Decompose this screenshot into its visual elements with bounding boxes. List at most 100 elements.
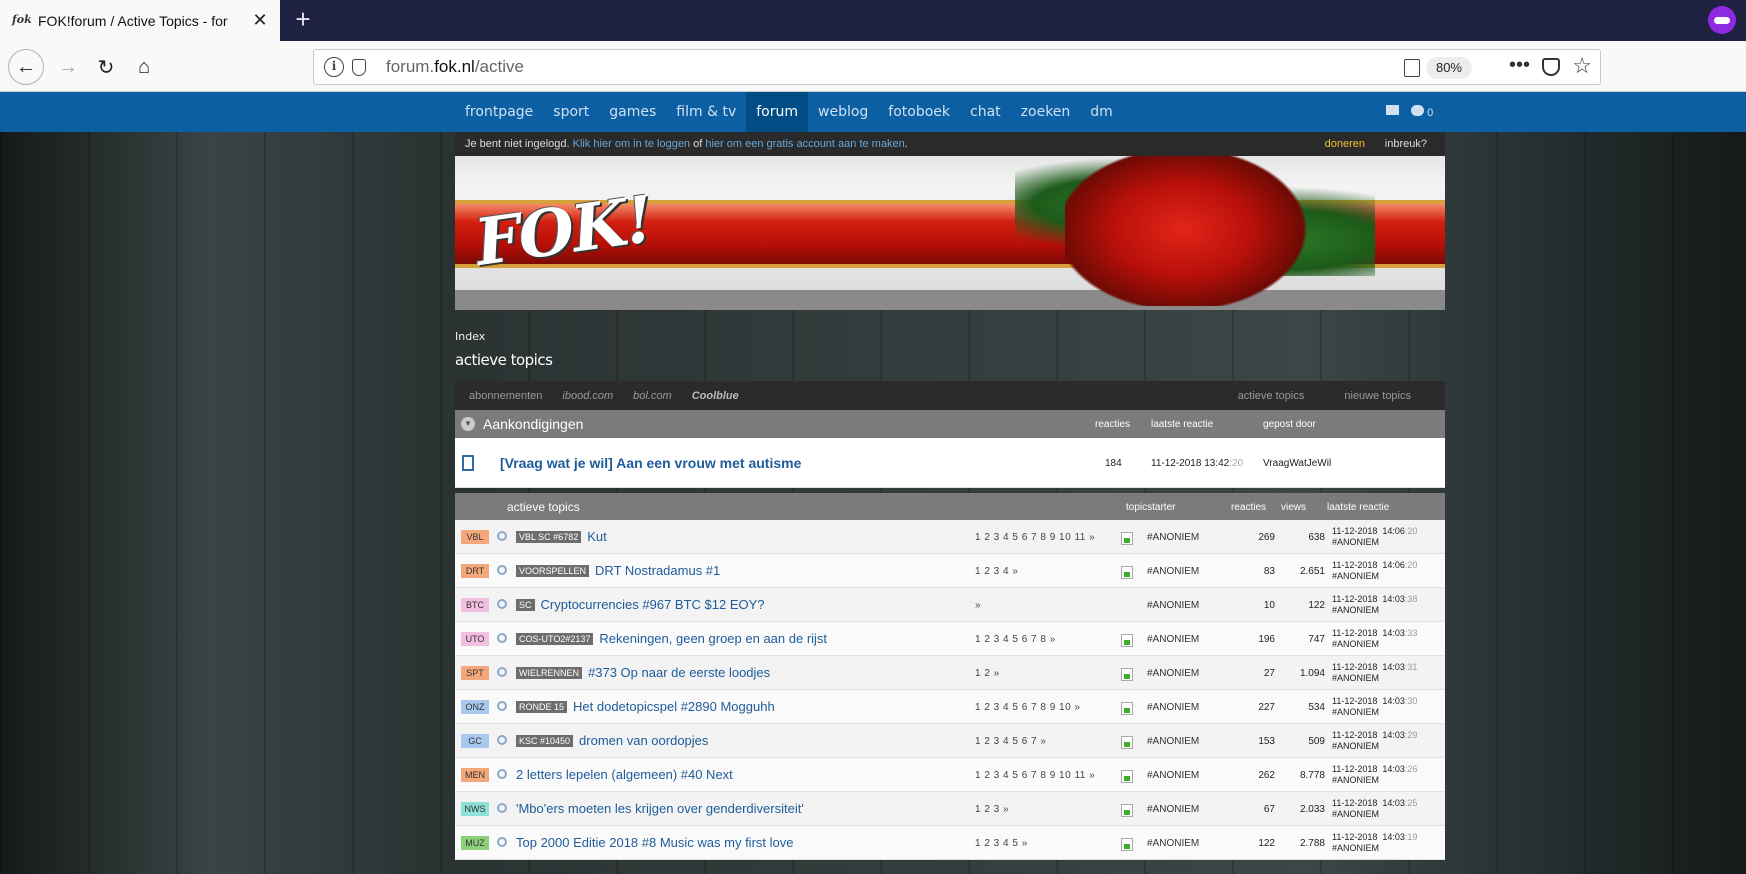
topic-last-reply[interactable]: 11-12-2018 14:03:33 #ANONIEM — [1332, 628, 1417, 650]
topic-title-link[interactable]: dromen van oordopjes — [579, 733, 708, 748]
subforum-tag[interactable]: ONZ — [461, 700, 489, 714]
url-bar[interactable]: i forum.fok.nl/active 80% ••• ☆ — [313, 49, 1601, 85]
site-nav-frontpage[interactable]: frontpage — [455, 92, 543, 132]
private-browsing-mask-icon[interactable] — [1708, 6, 1736, 34]
subnav-active-topics[interactable]: actieve topics — [1238, 390, 1305, 402]
forward-arrow-icon[interactable]: → — [52, 51, 84, 83]
topic-last-reply[interactable]: 11-12-2018 14:03:29 #ANONIEM — [1332, 730, 1417, 752]
subforum-tag[interactable]: NWS — [461, 802, 489, 816]
topic-title-link[interactable]: Kut — [587, 529, 607, 544]
new-posts-icon[interactable] — [1121, 532, 1133, 545]
topic-title-link[interactable]: Rekeningen, geen groep en aan de rijst — [599, 631, 827, 646]
link-icon[interactable] — [497, 769, 507, 779]
link-icon[interactable] — [497, 735, 507, 745]
report-breach-link[interactable]: inbreuk? — [1385, 138, 1427, 150]
subnav-coolblue[interactable]: Coolblue — [692, 390, 739, 402]
christmas-banner[interactable]: FOK! — [455, 156, 1445, 310]
subnav-bol[interactable]: bol.com — [633, 390, 672, 402]
link-icon[interactable] — [497, 667, 507, 677]
topic-title-link[interactable]: 'Mbo'ers moeten les krijgen over genderd… — [516, 801, 804, 816]
topic-last-reply[interactable]: 11-12-2018 14:03:19 #ANONIEM — [1332, 832, 1417, 854]
site-nav-forum[interactable]: forum — [746, 92, 808, 132]
subforum-tag[interactable]: DRT — [461, 564, 489, 578]
topic-last-reply[interactable]: 11-12-2018 14:06:20 #ANONIEM — [1332, 560, 1417, 582]
login-link[interactable]: Klik hier om in te loggen — [573, 138, 690, 150]
messages-indicator[interactable]: 0 — [1411, 105, 1433, 119]
new-tab-icon[interactable]: + — [288, 5, 318, 35]
subnav-abonnementen[interactable]: abonnementen — [469, 390, 542, 402]
new-posts-icon[interactable] — [1121, 566, 1133, 579]
topic-starter[interactable]: #ANONIEM — [1147, 702, 1199, 713]
topic-title-link[interactable]: #373 Op naar de eerste loodjes — [588, 665, 770, 680]
topic-starter[interactable]: #ANONIEM — [1147, 634, 1199, 645]
topic-page-links[interactable]: 1 2 3 4 5 6 7 8 9 10 » — [975, 702, 1081, 713]
pocket-icon[interactable] — [1542, 58, 1560, 76]
browser-tab-active[interactable]: fok FOK!forum / Active Topics - for ✕ — [0, 0, 280, 41]
topic-page-links[interactable]: 1 2 3 4 5 6 7 » — [975, 736, 1046, 747]
topic-starter[interactable]: #ANONIEM — [1147, 804, 1199, 815]
reload-icon[interactable]: ↻ — [90, 51, 122, 83]
new-posts-icon[interactable] — [1121, 702, 1133, 715]
topic-starter[interactable]: #ANONIEM — [1147, 668, 1199, 679]
subforum-tag[interactable]: GC — [461, 734, 489, 748]
back-arrow-icon[interactable]: ← — [8, 49, 44, 85]
topic-starter[interactable]: #ANONIEM — [1147, 532, 1199, 543]
reader-view-icon[interactable] — [1404, 59, 1420, 77]
tracking-shield-icon[interactable] — [352, 58, 366, 76]
topic-title-link[interactable]: Cryptocurrencies #967 BTC $12 EOY? — [541, 597, 765, 612]
site-nav-dm[interactable]: dm — [1080, 92, 1123, 132]
site-nav-fotoboek[interactable]: fotoboek — [878, 92, 960, 132]
announcement-last-reply[interactable]: 11-12-2018 13:42:20 — [1151, 458, 1243, 469]
topic-page-links[interactable]: 1 2 3 4 5 6 7 8 9 10 11 » — [975, 532, 1095, 543]
topic-last-reply[interactable]: 11-12-2018 14:03:38 #ANONIEM — [1332, 594, 1417, 616]
topic-title-link[interactable]: Top 2000 Editie 2018 #8 Music was my fir… — [516, 835, 793, 850]
site-nav-zoeken[interactable]: zoeken — [1011, 92, 1081, 132]
new-posts-icon[interactable] — [1121, 804, 1133, 817]
mail-icon[interactable] — [1386, 105, 1399, 115]
subnav-ibood[interactable]: ibood.com — [562, 390, 613, 402]
topic-title-link[interactable]: Het dodetopicspel #2890 Mogguhh — [573, 699, 775, 714]
close-tab-icon[interactable]: ✕ — [250, 10, 270, 31]
subforum-tag[interactable]: BTC — [461, 598, 489, 612]
link-icon[interactable] — [497, 701, 507, 711]
register-link[interactable]: hier om een gratis account aan te maken — [705, 138, 904, 150]
topic-page-links[interactable]: 1 2 3 4 5 6 7 8 » — [975, 634, 1056, 645]
site-nav-sport[interactable]: sport — [543, 92, 599, 132]
zoom-level-badge[interactable]: 80% — [1425, 57, 1472, 79]
site-info-icon[interactable]: i — [324, 57, 344, 77]
breadcrumb[interactable]: Index — [455, 330, 1445, 343]
subnav-new-topics[interactable]: nieuwe topics — [1344, 390, 1411, 402]
new-posts-icon[interactable] — [1121, 634, 1133, 647]
announcement-posted-by[interactable]: VraagWatJeWil — [1263, 458, 1331, 469]
page-actions-more-icon[interactable]: ••• — [1509, 54, 1530, 77]
topic-last-reply[interactable]: 11-12-2018 14:03:31 #ANONIEM — [1332, 662, 1417, 684]
subforum-tag[interactable]: MUZ — [461, 836, 489, 850]
topic-starter[interactable]: #ANONIEM — [1147, 736, 1199, 747]
collapse-toggle-icon[interactable]: ▼ — [461, 417, 475, 431]
new-posts-icon[interactable] — [1121, 668, 1133, 681]
topic-page-links[interactable]: 1 2 3 4 5 » — [975, 838, 1028, 849]
new-posts-icon[interactable] — [1121, 770, 1133, 783]
site-nav-weblog[interactable]: weblog — [808, 92, 878, 132]
topic-title-link[interactable]: 2 letters lepelen (algemeen) #40 Next — [516, 767, 733, 782]
url-text[interactable]: forum.fok.nl/active — [386, 57, 524, 77]
new-posts-icon[interactable] — [1121, 838, 1133, 851]
topic-starter[interactable]: #ANONIEM — [1147, 838, 1199, 849]
link-icon[interactable] — [497, 599, 507, 609]
bookmark-star-icon[interactable]: ☆ — [1572, 53, 1592, 79]
topic-page-links[interactable]: 1 2 3 » — [975, 804, 1009, 815]
topic-page-links[interactable]: 1 2 3 4 » — [975, 566, 1018, 577]
site-nav-chat[interactable]: chat — [960, 92, 1011, 132]
new-posts-icon[interactable] — [1121, 736, 1133, 749]
topic-starter[interactable]: #ANONIEM — [1147, 600, 1199, 611]
subforum-tag[interactable]: VBL — [461, 530, 489, 544]
topic-last-reply[interactable]: 11-12-2018 14:06:20 #ANONIEM — [1332, 526, 1417, 548]
topic-last-reply[interactable]: 11-12-2018 14:03:26 #ANONIEM — [1332, 764, 1417, 786]
link-icon[interactable] — [497, 633, 507, 643]
site-nav-games[interactable]: games — [599, 92, 666, 132]
topic-starter[interactable]: #ANONIEM — [1147, 770, 1199, 781]
site-nav-film-tv[interactable]: film & tv — [666, 92, 746, 132]
link-icon[interactable] — [497, 531, 507, 541]
topic-starter[interactable]: #ANONIEM — [1147, 566, 1199, 577]
topic-page-links[interactable]: » — [975, 600, 981, 611]
